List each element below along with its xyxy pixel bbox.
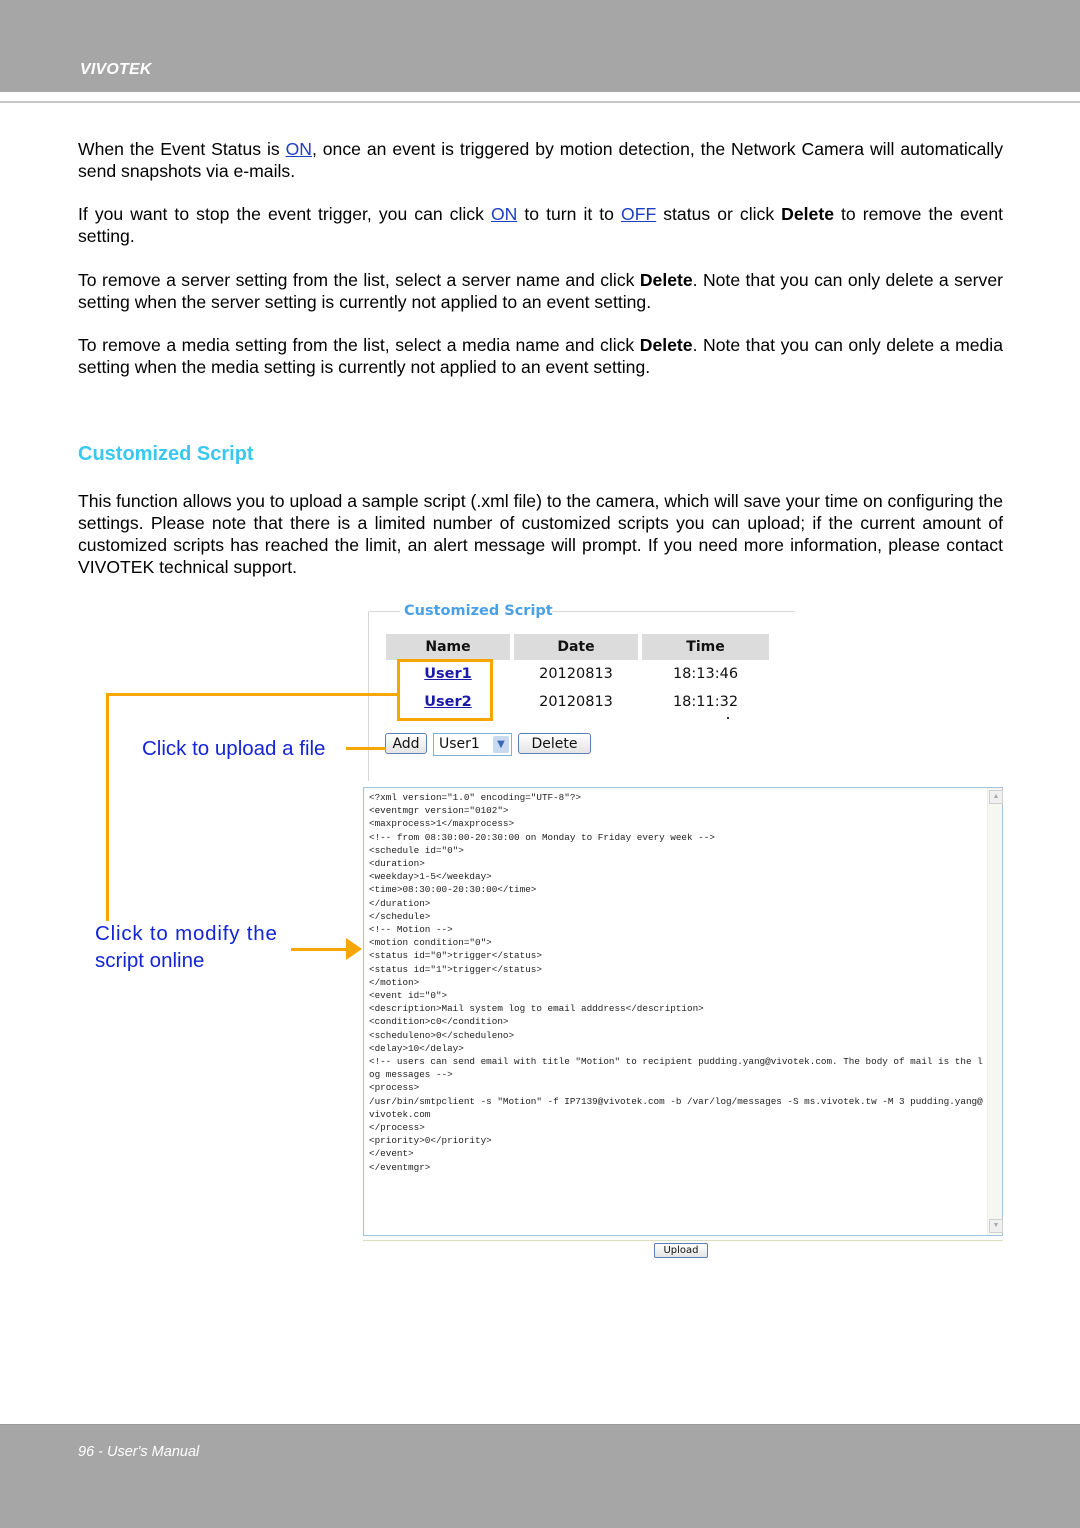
callout-line [291,948,347,951]
paragraph-remove-server: To remove a server setting from the list… [78,270,1003,312]
paragraph-event-status: When the Event Status is ON, once an eve… [78,139,1004,181]
add-button[interactable]: Add [385,733,427,754]
column-header-name: Name [386,634,510,660]
page-number: 96 - User's Manual [78,1444,200,1460]
cursor-mark [727,717,729,719]
off-link[interactable]: OFF [621,204,656,224]
header-divider [0,101,1080,103]
table-row-date: 20120813 [539,694,613,710]
page-footer: 96 - User's Manual [0,1424,1080,1528]
page-header: VIVOTEK [0,0,1080,92]
highlight-box [397,659,493,721]
upload-button[interactable]: Upload [654,1243,708,1258]
on-link[interactable]: ON [286,139,312,159]
brand-logo: VIVOTEK [80,61,152,78]
section-title: Customized Script [78,443,254,465]
fieldset-border [368,611,369,781]
table-row-date: 20120813 [539,666,613,682]
script-editor[interactable]: <?xml version="1.0" encoding="UTF-8"?> <… [363,787,1003,1236]
script-select[interactable]: User1 ▼ [433,733,512,756]
script-editor-scrollbar[interactable]: ▲ ▼ [987,788,1003,1235]
paragraph-script-description: This function allows you to upload a sam… [78,491,1003,577]
arrow-right-icon [346,938,362,960]
on-link[interactable]: ON [491,204,517,224]
paragraph-remove-media: To remove a media setting from the list,… [78,335,1003,377]
fieldset-bottom-border [363,1240,1003,1241]
script-content[interactable]: <?xml version="1.0" encoding="UTF-8"?> <… [369,791,984,1174]
upload-hint: Click to upload a file [142,737,326,760]
fieldset-border [370,611,400,612]
scroll-down-icon[interactable]: ▼ [989,1219,1003,1233]
paragraph-stop-trigger: If you want to stop the event trigger, y… [78,204,1003,246]
modify-hint-line1: Click to modify the [95,922,278,945]
column-header-time: Time [642,634,769,660]
column-header-date: Date [514,634,638,660]
scroll-up-icon[interactable]: ▲ [989,790,1003,804]
chevron-down-icon[interactable]: ▼ [493,736,509,753]
table-row-time: 18:13:46 [672,666,739,682]
callout-line [106,693,398,696]
fieldset-legend: Customized Script [404,603,553,619]
delete-button[interactable]: Delete [518,733,591,754]
script-select-value: User1 [439,736,480,752]
callout-line [346,747,386,750]
modify-hint-line2: script online [95,949,205,972]
table-row-time: 18:11:32 [672,694,739,710]
callout-line [106,693,109,921]
fieldset-border [552,611,795,612]
